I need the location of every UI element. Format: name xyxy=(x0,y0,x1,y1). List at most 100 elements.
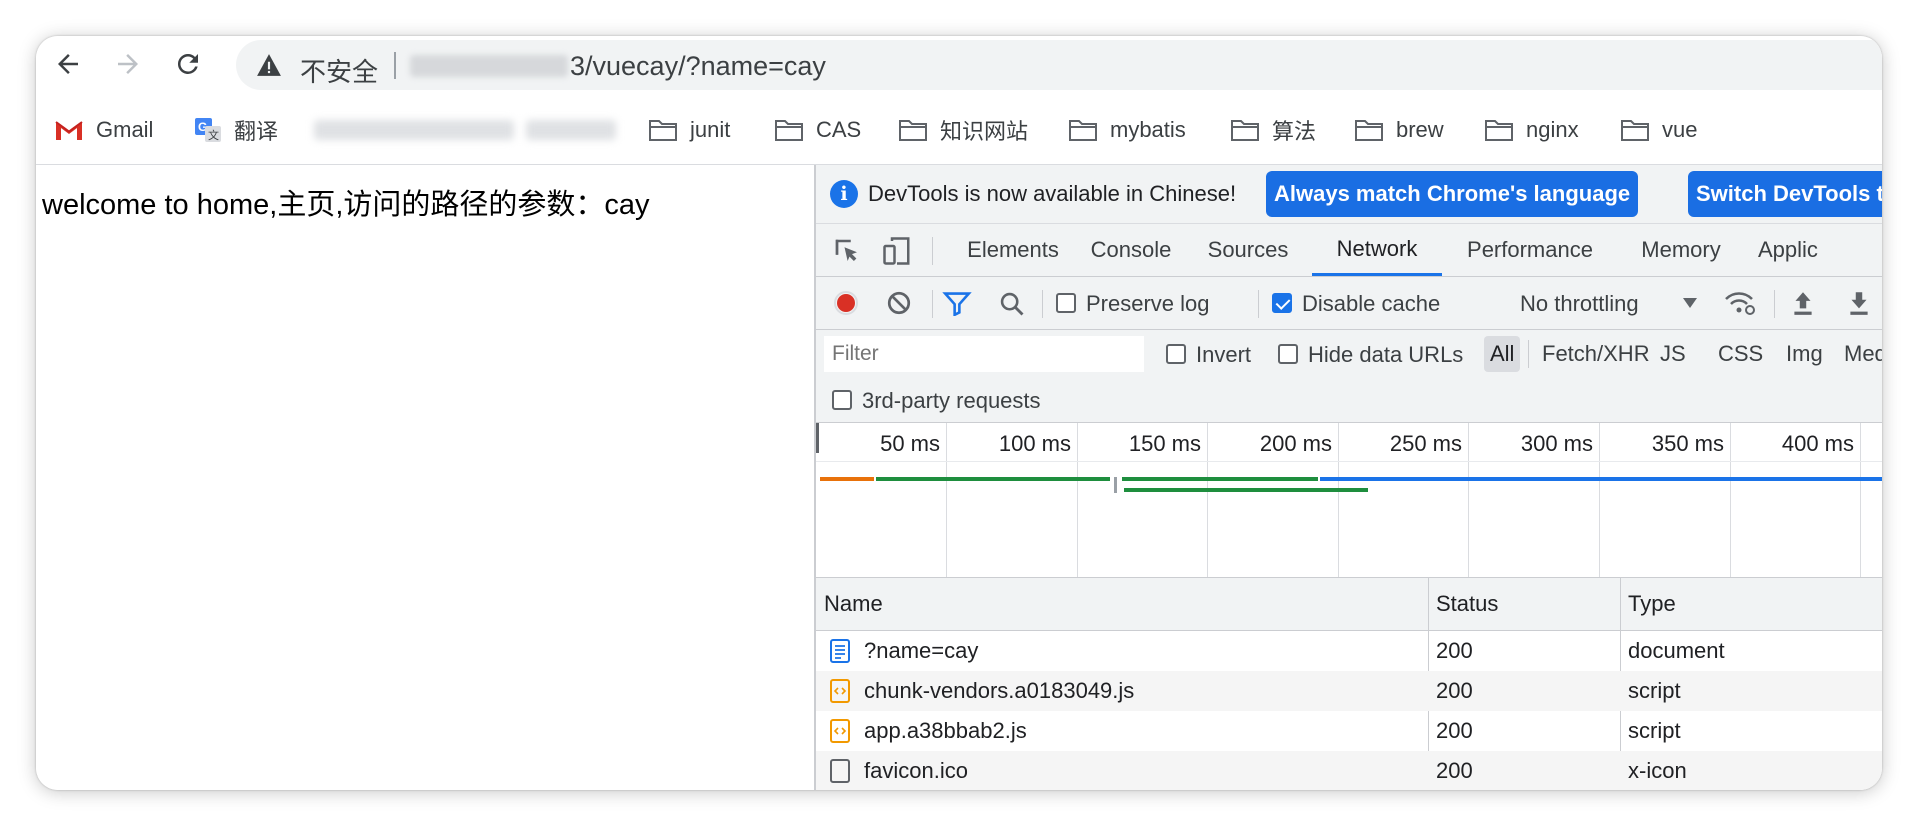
toolbar-divider xyxy=(1258,290,1259,318)
table-row[interactable]: ?name=cay 200 document xyxy=(816,631,1882,671)
tab-network[interactable]: Network xyxy=(1312,224,1442,276)
column-header-type[interactable]: Type xyxy=(1620,578,1882,630)
clear-icon[interactable] xyxy=(886,290,912,316)
bookmark-label: CAS xyxy=(816,117,862,142)
hide-data-urls-checkbox[interactable] xyxy=(1278,344,1298,364)
filter-type-media[interactable]: Med xyxy=(1838,336,1882,372)
filter-type-img[interactable]: Img xyxy=(1780,336,1829,372)
preserve-log-checkbox[interactable] xyxy=(1056,293,1076,313)
bookmark-translate[interactable]: G文 翻译 xyxy=(194,96,278,164)
tick-gridline xyxy=(1730,423,1731,577)
devtools-panel: i DevTools is now available in Chinese! … xyxy=(814,165,1882,790)
always-match-language-button[interactable]: Always match Chrome's language xyxy=(1266,171,1639,217)
tab-memory[interactable]: Memory xyxy=(1618,224,1744,276)
address-bar[interactable]: 不安全 3/vuecay/?name=cay xyxy=(236,40,1882,90)
import-har-icon[interactable] xyxy=(1790,289,1816,317)
tick-label: 350 ms xyxy=(1651,431,1724,456)
devtools-tabbar: Elements Console Sources Network Perform… xyxy=(816,224,1882,277)
waterfall-bar xyxy=(1320,477,1882,481)
folder-icon xyxy=(1355,120,1383,141)
filter-input[interactable] xyxy=(824,336,1144,372)
bookmark-folder-algorithm[interactable]: 算法 xyxy=(1230,96,1316,164)
arrow-right-icon xyxy=(118,54,138,74)
filter-type-fetch-xhr[interactable]: Fetch/XHR xyxy=(1536,336,1656,372)
folder-icon xyxy=(649,120,677,141)
forward-button[interactable] xyxy=(110,46,146,82)
page-welcome-text: welcome to home,主页,访问的路径的参数：cay xyxy=(42,189,650,221)
column-header-name[interactable]: Name xyxy=(816,578,1428,630)
tick-gridline xyxy=(1207,423,1208,577)
network-conditions-icon[interactable] xyxy=(1724,289,1756,317)
bookmark-folder-mybatis[interactable]: mybatis xyxy=(1068,96,1186,164)
back-button[interactable] xyxy=(50,46,86,82)
table-row[interactable]: chunk-vendors.a0183049.js 200 script xyxy=(816,671,1882,711)
bookmark-folder-vue[interactable]: vue xyxy=(1620,96,1697,164)
invert-checkbox[interactable] xyxy=(1166,344,1186,364)
bookmark-folder-brew[interactable]: brew xyxy=(1354,96,1444,164)
waterfall-marker xyxy=(1114,477,1117,493)
tab-application[interactable]: Applic xyxy=(1744,224,1882,276)
tab-sources[interactable]: Sources xyxy=(1184,224,1312,276)
tab-console[interactable]: Console xyxy=(1078,224,1184,276)
filter-type-js[interactable]: JS xyxy=(1654,336,1692,372)
bookmark-label: vue xyxy=(1662,117,1698,142)
table-row[interactable]: app.a38bbab2.js 200 script xyxy=(816,711,1882,751)
device-toolbar-icon[interactable] xyxy=(882,236,912,266)
folder-icon xyxy=(899,120,927,141)
column-header-status[interactable]: Status xyxy=(1428,578,1620,630)
filter-type-all[interactable]: All xyxy=(1484,336,1521,372)
security-label: 不安全 xyxy=(300,57,379,87)
tab-performance[interactable]: Performance xyxy=(1442,224,1618,276)
record-icon[interactable] xyxy=(832,289,860,317)
tick-gridline xyxy=(1077,423,1078,577)
bookmark-label: nginx xyxy=(1526,117,1579,142)
search-icon[interactable] xyxy=(998,290,1026,318)
inspect-element-icon[interactable] xyxy=(832,236,862,266)
bookmark-folder-cas[interactable]: CAS xyxy=(774,96,861,164)
bookmark-label: 知识网站 xyxy=(940,119,1029,144)
browser-toolbar: 不安全 3/vuecay/?name=cay xyxy=(36,36,1882,92)
tick-label: 300 ms xyxy=(1520,431,1593,456)
export-har-icon[interactable] xyxy=(1846,289,1872,317)
toolbar-divider xyxy=(932,290,933,318)
tick-gridline xyxy=(1338,423,1339,577)
third-party-requests-checkbox[interactable] xyxy=(832,390,852,410)
throttling-select[interactable]: No throttling xyxy=(1520,291,1639,317)
request-status: 200 xyxy=(1436,758,1473,783)
document-icon xyxy=(830,639,850,663)
browser-window: 不安全 3/vuecay/?name=cay Gmail G文 翻译 junit… xyxy=(36,36,1882,790)
bookmark-label: 算法 xyxy=(1272,119,1317,144)
request-status: 200 xyxy=(1436,638,1473,663)
filter-icon[interactable] xyxy=(942,290,972,316)
blurred-bookmark xyxy=(314,120,514,140)
bookmark-folder-nginx[interactable]: nginx xyxy=(1484,96,1579,164)
preserve-log-label: Preserve log xyxy=(1086,291,1210,316)
bookmark-folder-junit[interactable]: junit xyxy=(648,96,730,164)
table-row[interactable]: favicon.ico 200 x-icon xyxy=(816,751,1882,790)
request-name: favicon.ico xyxy=(864,758,968,783)
tick-gridline xyxy=(1599,423,1600,577)
waterfall-bar xyxy=(820,477,874,481)
switch-devtools-language-button[interactable]: Switch DevTools to C xyxy=(1688,171,1882,217)
chevron-down-icon xyxy=(1683,298,1697,308)
tab-elements[interactable]: Elements xyxy=(948,224,1078,276)
tick-label: 100 ms xyxy=(998,431,1071,456)
tick-label: 50 ms xyxy=(880,431,940,456)
reload-button[interactable] xyxy=(170,46,206,82)
tick-label: 400 ms xyxy=(1781,431,1854,456)
filter-bar: Invert Hide data URLs All Fetch/XHR JS C… xyxy=(816,330,1882,423)
address-divider xyxy=(394,52,396,79)
tick-label: 250 ms xyxy=(1389,431,1462,456)
devtools-infobar: i DevTools is now available in Chinese! … xyxy=(816,165,1882,224)
page-viewport: welcome to home,主页,访问的路径的参数：cay xyxy=(36,165,814,790)
filter-type-css[interactable]: CSS xyxy=(1712,336,1769,372)
bookmark-gmail[interactable]: Gmail xyxy=(54,96,153,164)
blurred-bookmark xyxy=(526,120,616,140)
bookmark-folder-knowledge[interactable]: 知识网站 xyxy=(898,96,1028,164)
tick-label: 200 ms xyxy=(1259,431,1332,456)
infobar-message: DevTools is now available in Chinese! xyxy=(868,181,1237,206)
request-type: script xyxy=(1628,678,1681,703)
bookmark-label: Gmail xyxy=(96,117,154,142)
request-name: chunk-vendors.a0183049.js xyxy=(864,678,1135,703)
disable-cache-checkbox[interactable] xyxy=(1272,293,1292,313)
